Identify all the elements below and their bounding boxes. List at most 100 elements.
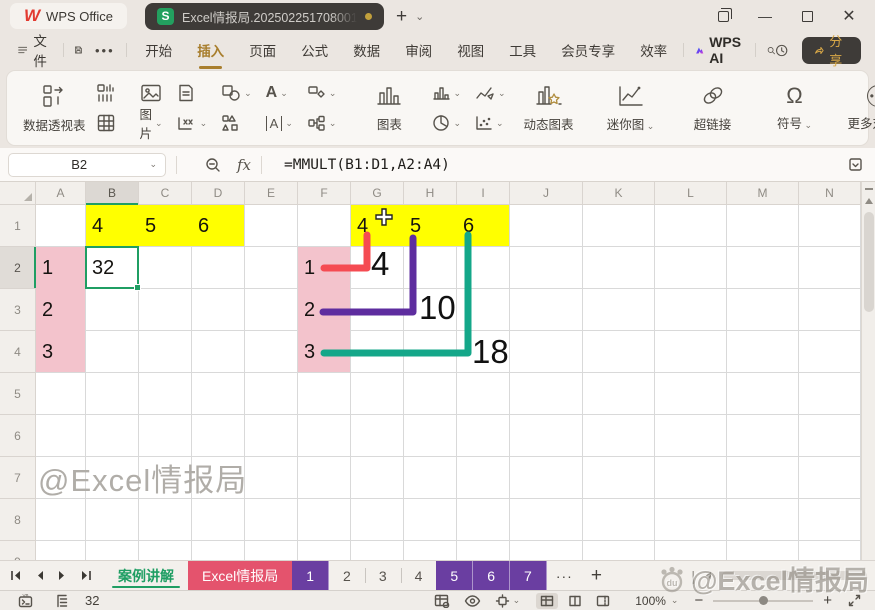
shapes-button[interactable]: ⌄ bbox=[221, 81, 252, 105]
column-header-F[interactable]: F bbox=[298, 182, 351, 205]
share-button[interactable]: 分享 bbox=[802, 37, 861, 64]
next-sheet-icon[interactable] bbox=[58, 570, 66, 581]
more-sheets-button[interactable]: ··· bbox=[547, 561, 582, 590]
wps-ai-logo-icon bbox=[695, 43, 704, 58]
scroll-up-icon[interactable] bbox=[865, 198, 873, 204]
menu-item-数据[interactable]: 数据 bbox=[353, 40, 380, 60]
sheet-tab-7[interactable]: 7 bbox=[510, 561, 547, 590]
sheet-tab-案例讲解[interactable]: 案例讲解 bbox=[104, 561, 188, 590]
last-sheet-icon[interactable] bbox=[80, 570, 92, 581]
file-menu-label: 文件 bbox=[33, 30, 51, 70]
share-label: 分享 bbox=[829, 31, 849, 69]
sheet-tab-2[interactable]: 2 bbox=[329, 561, 365, 590]
screenshot-button[interactable]: ⌄ bbox=[177, 111, 208, 135]
move-selection-icon[interactable]: ⌄ bbox=[495, 594, 521, 608]
fx-button[interactable]: fx bbox=[237, 156, 251, 174]
more-commands-icon[interactable]: ••• bbox=[95, 43, 115, 58]
prev-sheet-icon[interactable] bbox=[36, 570, 44, 581]
menu-item-审阅[interactable]: 审阅 bbox=[405, 40, 432, 60]
file-embed-button[interactable] bbox=[177, 81, 208, 105]
menu-item-插入[interactable]: 插入 bbox=[197, 40, 224, 60]
column-chart-button[interactable]: ⌄ bbox=[432, 81, 461, 105]
column-header-A[interactable]: A bbox=[36, 182, 86, 205]
wps-ai-label[interactable]: WPS AI bbox=[709, 34, 741, 66]
sparkline-button[interactable]: 迷你图 ⌄ bbox=[602, 84, 660, 133]
new-tab-button[interactable]: + bbox=[396, 7, 407, 26]
column-header-J[interactable]: J bbox=[510, 182, 583, 205]
sheet-tab-5[interactable]: 5 bbox=[436, 561, 473, 590]
sheet-tab-6[interactable]: 6 bbox=[473, 561, 510, 590]
page-layout-view-button[interactable] bbox=[564, 593, 586, 609]
pivot-chart-button[interactable] bbox=[96, 81, 116, 105]
page-break-view-button[interactable] bbox=[592, 593, 614, 609]
sheet-tab-1[interactable]: 1 bbox=[292, 561, 329, 590]
save-icon[interactable] bbox=[74, 42, 83, 58]
menu-item-会员专享[interactable]: 会员专享 bbox=[561, 40, 615, 60]
more-objects-button[interactable]: ••• 更多对象 ⌄ bbox=[848, 85, 875, 132]
picture-button[interactable]: 图片⌄ bbox=[140, 111, 163, 135]
menu-item-页面[interactable]: 页面 bbox=[249, 40, 276, 60]
app-home-button[interactable]: W WPS Office bbox=[10, 3, 127, 29]
history-icon[interactable] bbox=[775, 42, 788, 59]
sheet-tab-Excel情报局[interactable]: Excel情报局 bbox=[188, 561, 292, 590]
zoom-slider[interactable] bbox=[713, 600, 813, 602]
column-header-E[interactable]: E bbox=[245, 182, 298, 205]
menu-item-效率[interactable]: 效率 bbox=[640, 40, 667, 60]
spreadsheet-grid[interactable]: ABCDEFGHIJKLMN @Excel情报局 123456789456456… bbox=[0, 182, 875, 560]
tab-list-chevron-icon[interactable]: ⌄ bbox=[415, 10, 424, 23]
column-header-B[interactable]: B bbox=[86, 182, 139, 205]
macro-icon[interactable]: VB bbox=[18, 594, 33, 608]
column-header-I[interactable]: I bbox=[457, 182, 510, 205]
table-button[interactable] bbox=[96, 111, 116, 135]
search-icon[interactable] bbox=[767, 43, 775, 58]
menu-item-开始[interactable]: 开始 bbox=[145, 40, 172, 60]
dynamic-chart-button[interactable]: 动态图表 bbox=[520, 84, 578, 133]
workspace-icon[interactable] bbox=[715, 8, 731, 24]
sheet-tab-3[interactable]: 3 bbox=[365, 561, 401, 590]
menu-item-公式[interactable]: 公式 bbox=[301, 40, 328, 60]
add-sheet-button[interactable]: + bbox=[582, 561, 611, 590]
normal-view-button[interactable] bbox=[536, 593, 558, 609]
minimize-button[interactable]: — bbox=[757, 8, 773, 24]
column-header-G[interactable]: G bbox=[351, 182, 404, 205]
icon-library-button[interactable] bbox=[221, 111, 252, 135]
menu-item-工具[interactable]: 工具 bbox=[509, 40, 536, 60]
pivot-table-button[interactable]: 数据透视表 bbox=[23, 83, 86, 134]
document-tab[interactable]: S Excel情报局.202502251708001 bbox=[145, 3, 384, 30]
smartart-button[interactable]: ⌄ bbox=[307, 111, 337, 135]
vertical-scrollbar[interactable] bbox=[861, 182, 875, 560]
maximize-button[interactable] bbox=[799, 8, 815, 24]
vscroll-thumb[interactable] bbox=[864, 212, 874, 312]
first-sheet-icon[interactable] bbox=[10, 570, 22, 581]
line-chart-button[interactable]: ⌄ bbox=[475, 81, 506, 105]
menu-item-视图[interactable]: 视图 bbox=[457, 40, 484, 60]
column-header-C[interactable]: C bbox=[139, 182, 192, 205]
zoom-out-icon[interactable] bbox=[205, 157, 221, 173]
symbol-button[interactable]: Ω 符号 ⌄ bbox=[766, 85, 824, 132]
textbox-button[interactable]: A⌄ bbox=[266, 111, 293, 135]
scatter-chart-button[interactable]: ⌄ bbox=[475, 111, 506, 135]
column-header-N[interactable]: N bbox=[799, 182, 861, 205]
table-style-icon[interactable] bbox=[434, 594, 450, 608]
outline-icon[interactable] bbox=[55, 594, 69, 608]
column-header-H[interactable]: H bbox=[404, 182, 457, 205]
pie-chart-button[interactable]: ⌄ bbox=[432, 111, 461, 135]
chart-button[interactable]: 图表 bbox=[360, 84, 418, 133]
close-button[interactable]: ✕ bbox=[841, 8, 857, 24]
hyperlink-button[interactable]: 超链接 bbox=[684, 84, 742, 133]
expand-formula-bar-icon[interactable] bbox=[848, 157, 863, 172]
select-all-corner[interactable] bbox=[0, 182, 36, 205]
file-menu-button[interactable]: 文件 bbox=[18, 30, 52, 70]
column-header-K[interactable]: K bbox=[583, 182, 655, 205]
column-header-M[interactable]: M bbox=[727, 182, 799, 205]
wordart-button[interactable]: A⌄ bbox=[266, 81, 293, 105]
name-box[interactable]: B2 ⌄ bbox=[8, 153, 166, 177]
formula-input[interactable]: =MMULT(B1:D1,A2:A4) bbox=[284, 157, 450, 173]
column-header-L[interactable]: L bbox=[655, 182, 727, 205]
flowchart-button[interactable]: ⌄ bbox=[307, 81, 337, 105]
eye-icon[interactable] bbox=[464, 595, 481, 607]
sheet-tab-4[interactable]: 4 bbox=[401, 561, 437, 590]
split-handle-icon[interactable] bbox=[865, 188, 873, 190]
spreadsheet-icon: S bbox=[157, 8, 174, 25]
column-header-D[interactable]: D bbox=[192, 182, 245, 205]
